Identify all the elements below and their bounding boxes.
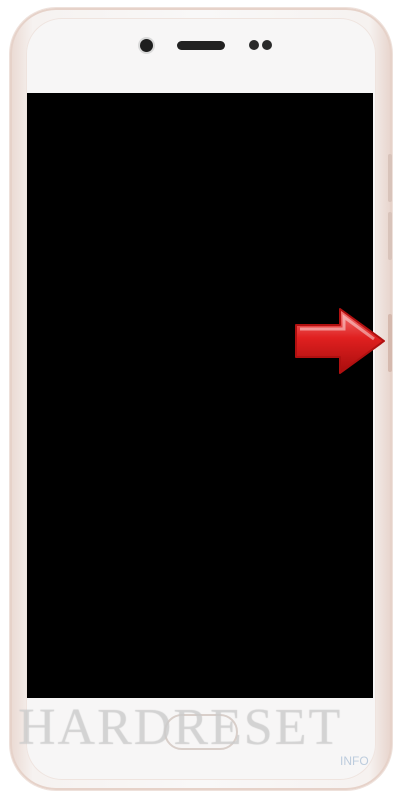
earpiece-speaker-icon xyxy=(177,41,225,50)
volume-down-button[interactable] xyxy=(388,212,392,260)
phone-screen xyxy=(27,93,373,698)
power-button[interactable] xyxy=(388,314,392,372)
light-sensor-icon xyxy=(262,40,272,50)
red-arrow-icon xyxy=(295,308,385,374)
proximity-sensor-icon xyxy=(249,40,259,50)
front-camera-icon xyxy=(140,39,153,52)
device-illustration: HARDRESET INFO xyxy=(0,0,406,800)
watermark-subtext: INFO xyxy=(340,754,369,768)
watermark-text: HARDRESET xyxy=(18,699,343,756)
volume-up-button[interactable] xyxy=(388,154,392,202)
